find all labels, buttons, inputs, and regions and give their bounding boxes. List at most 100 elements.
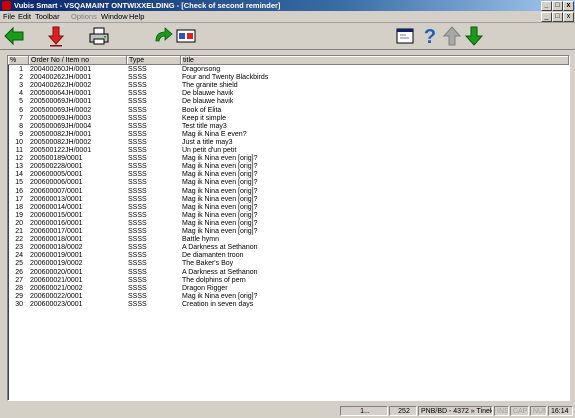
- table-row[interactable]: 21 200600017/0001 SSSS Mag ik Nina even [or…: [8, 228, 569, 236]
- row-title: Battle hymn: [182, 236, 219, 244]
- row-number: 23: [15, 244, 23, 252]
- row-number: 27: [15, 276, 23, 284]
- table-row[interactable]: 11 200500122JH/0001 SSSS Un petit d'un peti…: [8, 147, 569, 155]
- row-number: 24: [15, 252, 23, 260]
- row-number: 21: [15, 228, 23, 235]
- restore-button[interactable]: □: [552, 1, 563, 11]
- table-row[interactable]: 7 200500069JH/0003 SSSS Keep it simple: [8, 115, 569, 123]
- table-row[interactable]: 25 200600019/0002 SSSS The Baker's Boy: [8, 260, 569, 268]
- row-title: De blauwe havik: [182, 90, 234, 98]
- row-order-no: 200500069JH/0004: [30, 122, 92, 130]
- row-type: SSSS: [128, 260, 147, 268]
- row-type: SSSS: [128, 98, 147, 106]
- row-type: SSSS: [128, 82, 147, 90]
- table-row[interactable]: 24 200600019/0001 SSSS De diamanten troon: [8, 252, 569, 260]
- row-type: SSSS: [128, 228, 147, 235]
- row-type: SSSS: [128, 219, 147, 227]
- menu-window[interactable]: Window: [101, 11, 128, 22]
- table-row[interactable]: 17 200600013/0001 SSSS Mag ik Nina even [or…: [8, 196, 569, 204]
- table-row[interactable]: 10 200500082JH/0002 SSSS Just a title may3: [8, 139, 569, 147]
- arrow-down-red-icon[interactable]: [45, 25, 67, 47]
- table-row[interactable]: 15 200600006/0001 SSSS Mag ik Nina even [or…: [8, 179, 569, 187]
- table-row[interactable]: 6 200500069JH/0002 SSSS Book of Elita: [8, 107, 569, 115]
- table-row[interactable]: 12 200500189/0001 SSSS Mag ik Nina even [or…: [8, 155, 569, 163]
- table-row[interactable]: 18 200600014/0001 SSSS Mag ik Nina even [or…: [8, 204, 569, 212]
- table-row[interactable]: 2 200400262JH/0001 SSSS Four and Twenty Bla…: [8, 74, 569, 82]
- column-header-pct[interactable]: %: [8, 56, 29, 65]
- table-row[interactable]: 19 200600015/0001 SSSS Mag ik Nina even [or…: [8, 212, 569, 220]
- menu-toolbar[interactable]: Toolbar: [35, 11, 60, 22]
- close-button[interactable]: x: [563, 1, 574, 11]
- row-title: Dragon Rigger: [182, 284, 228, 292]
- table-row[interactable]: 20 200600016/0001 SSSS Mag ik Nina even [or…: [8, 220, 569, 228]
- row-order-no: 200500069JH/0003: [30, 114, 92, 122]
- row-type: SSSS: [128, 74, 147, 82]
- arrow-left-icon[interactable]: [3, 25, 25, 47]
- row-number: 2: [19, 74, 23, 82]
- table-row[interactable]: 14 200600005/0001 SSSS Mag ik Nina even [or…: [8, 171, 569, 179]
- row-type: SSSS: [128, 195, 147, 203]
- row-order-no: 200500122JH/0001: [30, 147, 92, 154]
- row-order-no: 200400262JH/0001: [30, 74, 92, 82]
- table-row[interactable]: 9 200500082JH/0001 SSSS Mag ik Nina E even?: [8, 131, 569, 139]
- row-order-no: 200600015/0001: [30, 211, 83, 219]
- help-icon[interactable]: ?: [419, 25, 441, 48]
- row-title: Mag ik Nina even [orig]?: [182, 219, 258, 227]
- row-number: 28: [15, 284, 23, 292]
- table-row[interactable]: 13 200500228/0001 SSSS Mag ik Nina even [or…: [8, 163, 569, 171]
- table-row[interactable]: 16 200600007/0001 SSSS Mag ik Nina even [or…: [8, 188, 569, 196]
- row-order-no: 200600016/0001: [30, 219, 83, 227]
- app-icon: [2, 1, 11, 10]
- row-type: SSSS: [128, 155, 147, 163]
- row-type: SSSS: [128, 147, 147, 154]
- printer-icon[interactable]: [88, 25, 110, 47]
- row-title: Mag ik Nina even [orig]?: [182, 211, 258, 219]
- row-number: 19: [15, 211, 23, 219]
- mdi-minimize-button[interactable]: _: [541, 12, 552, 22]
- row-number: 13: [15, 163, 23, 171]
- status-page: 1...: [340, 406, 388, 416]
- column-header-order[interactable]: Order No / Item no: [29, 56, 127, 65]
- row-type: SSSS: [128, 130, 147, 138]
- table-row[interactable]: 28 200600021/0002 SSSS Dragon Rigger: [8, 285, 569, 293]
- table-row[interactable]: 8 200500069JH/0004 SSSS Test title may3: [8, 123, 569, 131]
- menu-options: Options: [71, 12, 97, 21]
- table-row[interactable]: 1 200400260JH/0001 SSSS Dragonsong: [8, 66, 569, 74]
- row-order-no: 200600018/0002: [30, 244, 83, 252]
- column-header-title[interactable]: title: [181, 56, 569, 65]
- row-title: Mag ik Nina even [orig]?: [182, 163, 258, 171]
- results-table[interactable]: % Order No / Item no Type title 1 2004002…: [7, 55, 570, 401]
- minimize-button[interactable]: _: [541, 1, 552, 11]
- table-row[interactable]: 3 200400262JH/0002 SSSS The granite shield: [8, 82, 569, 90]
- arrow-down-icon[interactable]: [463, 25, 485, 47]
- row-order-no: 200600013/0001: [30, 195, 83, 203]
- form-icon[interactable]: [175, 25, 197, 47]
- table-row[interactable]: 23 200600018/0002 SSSS A Darkness at Sethan…: [8, 244, 569, 252]
- column-header-type[interactable]: Type: [127, 56, 181, 65]
- table-row[interactable]: 30 200600023/0001 SSSS Creation in seven da…: [8, 301, 569, 309]
- row-title: Creation in seven days: [182, 300, 254, 308]
- row-type: SSSS: [128, 163, 147, 171]
- row-title: Un petit d'un petit: [182, 147, 237, 154]
- row-number: 25: [15, 260, 23, 268]
- row-title: Mag ik Nina even [orig]?: [182, 155, 258, 163]
- table-row[interactable]: 4 200500064JH/0001 SSSS De blauwe havik: [8, 90, 569, 98]
- redo-arrow-icon[interactable]: [152, 25, 174, 47]
- row-title: Mag ik Nina even [orig]?: [182, 292, 258, 300]
- mdi-close-button[interactable]: x: [563, 12, 574, 22]
- table-row[interactable]: 26 200600020/0001 SSSS A Darkness at Sethan…: [8, 269, 569, 277]
- table-row[interactable]: 22 200600018/0001 SSSS Battle hymn: [8, 236, 569, 244]
- window-icon[interactable]: [394, 25, 416, 47]
- row-order-no: 200500082JH/0002: [30, 138, 92, 146]
- menu-help[interactable]: Help: [129, 11, 144, 22]
- row-type: SSSS: [128, 268, 147, 276]
- table-row[interactable]: 5 200500069JH/0001 SSSS De blauwe havik: [8, 98, 569, 106]
- mdi-restore-button[interactable]: □: [552, 12, 563, 22]
- row-title: A Darkness at Sethanon: [182, 244, 258, 252]
- menu-edit[interactable]: Edit: [18, 11, 31, 22]
- menu-file[interactable]: File: [3, 11, 15, 22]
- row-number: 10: [15, 138, 23, 146]
- table-row[interactable]: 29 200600022/0001 SSSS Mag ik Nina even [or…: [8, 293, 569, 301]
- table-row[interactable]: 27 200600021/0001 SSSS The dolphins of pern: [8, 277, 569, 285]
- row-type: SSSS: [128, 114, 147, 122]
